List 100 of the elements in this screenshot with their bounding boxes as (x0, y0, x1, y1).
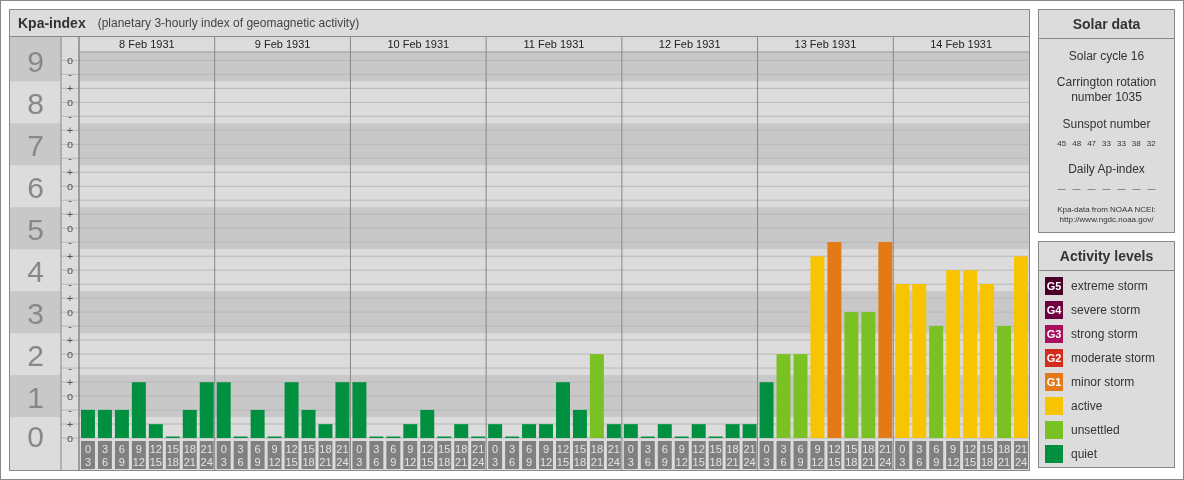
level-swatch: G2 (1045, 349, 1063, 367)
level-label: strong storm (1071, 326, 1138, 343)
x-tick-label: 3 6 (509, 443, 516, 468)
time-label: 9 12 (539, 441, 553, 469)
bar (556, 382, 570, 438)
time-label: 6 9 (250, 441, 265, 469)
panel-title: Kpa-index (18, 13, 86, 33)
x-tick-label: 0 3 (899, 443, 906, 468)
tick-mark-label: + (66, 376, 74, 389)
tick-mark-label: o (66, 222, 74, 235)
time-label: 6 9 (657, 441, 672, 469)
axis-label: 2 (27, 339, 44, 373)
carrington-text: Carrington rotation number 1035 (1055, 75, 1158, 105)
solar-cycle-text: Solar cycle 16 (1068, 48, 1145, 65)
x-tick-label: 6 9 (661, 443, 668, 468)
tick-mark-label: + (66, 292, 74, 305)
time-label: 6 9 (522, 441, 537, 469)
x-tick-label: 3 6 (916, 443, 923, 468)
time-label: 18 21 (997, 441, 1012, 469)
time-label: 15 18 (301, 441, 316, 469)
tick-mark-label: o (66, 138, 74, 151)
time-label: 9 12 (131, 441, 146, 469)
tick-mark-label: + (66, 208, 74, 221)
bar (403, 424, 418, 438)
ap-index-value: — (1057, 183, 1066, 195)
panel-subtitle: (planetary 3-hourly index of geomagnetic activity) (97, 15, 360, 32)
x-tick-label: 6 9 (390, 443, 397, 468)
day-label: 8 Feb 1931 (119, 38, 175, 50)
axis-label: 8 (27, 87, 44, 121)
axis-label: 5 (27, 213, 44, 247)
tick-mark-label: o (66, 390, 74, 403)
panel-title: Solar data (1039, 10, 1174, 39)
level-swatch: G3 (1045, 325, 1063, 343)
x-tick-label: 6 9 (525, 443, 533, 468)
time-label: 6 9 (793, 441, 808, 469)
bar (216, 382, 231, 438)
time-label: 18 21 (182, 441, 197, 469)
level-swatch: G4 (1045, 301, 1063, 319)
axis-label: 1 (27, 381, 44, 415)
tick-mark-label: - (68, 404, 72, 417)
bar (725, 424, 740, 438)
bar (335, 382, 350, 438)
time-label: 6 9 (929, 441, 944, 469)
time-label: 12 15 (284, 441, 299, 469)
time-label: 9 12 (403, 441, 418, 469)
tick-mark-label: o (66, 180, 74, 193)
time-label: 9 12 (946, 441, 961, 469)
time-label: 21 24 (199, 441, 214, 469)
time-label: 3 6 (912, 441, 927, 469)
time-label: 15 18 (572, 441, 587, 469)
time-label: 12 15 (963, 441, 978, 469)
bar (420, 409, 435, 438)
x-tick-label: 3 6 (237, 443, 244, 468)
tick-mark-label: - (68, 278, 72, 291)
bar (488, 424, 503, 438)
ap-index-title: Daily Ap-index (1068, 161, 1145, 178)
time-label: 12 15 (148, 441, 163, 469)
sunspot-value: 33 (1116, 138, 1126, 150)
tick-mark-label: + (66, 250, 74, 263)
time-label: 12 15 (556, 441, 570, 469)
tick-mark-label: + (66, 166, 74, 179)
time-label: 21 24 (471, 441, 486, 469)
time-label: 6 9 (114, 441, 129, 469)
time-label: 21 24 (878, 441, 893, 469)
tick-mark-label: - (68, 152, 72, 165)
tick-mark-label: + (66, 418, 74, 430)
time-label: 9 12 (810, 441, 825, 469)
bar (131, 382, 146, 438)
time-label: 15 18 (437, 441, 452, 469)
x-tick-label: 0 3 (492, 443, 499, 468)
axis-label: 6 (27, 171, 44, 205)
axis-label: 3 (27, 297, 44, 331)
ap-index-value: — (1102, 183, 1111, 195)
level-label: extreme storm (1071, 278, 1148, 295)
time-label: 15 18 (844, 441, 859, 469)
time-label: 6 9 (386, 441, 401, 469)
time-label: 0 3 (216, 441, 231, 469)
bar (539, 424, 553, 438)
time-label: 18 21 (318, 441, 333, 469)
time-label: 15 18 (708, 441, 723, 469)
x-tick-label: 6 9 (797, 443, 804, 468)
time-label: 21 24 (742, 441, 757, 469)
level-swatch: G5 (1045, 277, 1063, 295)
time-label: 0 3 (895, 441, 910, 469)
bar (759, 382, 774, 438)
day-label: 10 Feb 1931 (387, 38, 450, 50)
time-label: 9 12 (267, 441, 282, 469)
tick-mark-label: - (68, 194, 72, 207)
sunspot-title: Sunspot number (1062, 116, 1151, 133)
level-swatch: G1 (1045, 373, 1063, 391)
time-label: 21 24 (1014, 441, 1028, 469)
day-label: 9 Feb 1931 (254, 38, 311, 50)
x-tick-label: 3 6 (780, 443, 787, 468)
x-tick-label: 6 9 (933, 443, 940, 468)
level-label: active (1071, 398, 1103, 415)
bar (691, 424, 706, 438)
sunspot-value: 48 (1072, 138, 1082, 150)
x-tick-label: 0 3 (763, 443, 770, 468)
x-tick-label: 6 9 (118, 443, 125, 468)
time-label: 21 24 (606, 441, 621, 469)
